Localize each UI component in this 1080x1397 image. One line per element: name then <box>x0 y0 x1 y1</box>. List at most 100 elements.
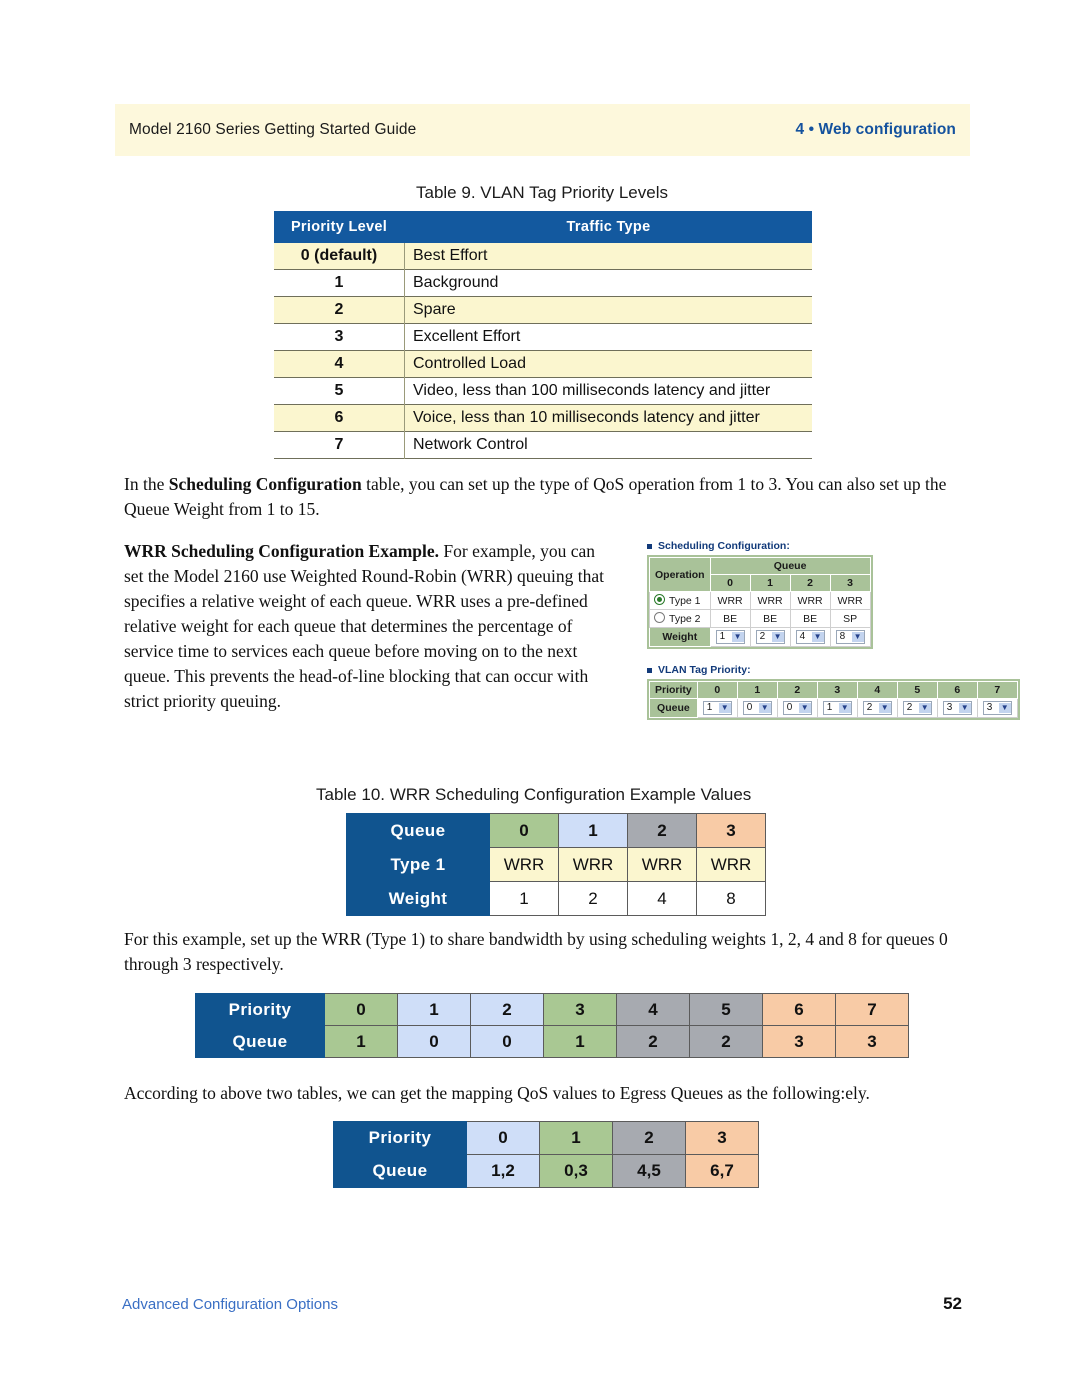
vlan-queue-select-cell[interactable]: 3 ▼ <box>936 698 978 718</box>
type1-value: WRR <box>709 591 751 610</box>
mapping-priority-cell: 2 <box>612 1121 686 1155</box>
page-footer: Advanced Configuration Options 52 <box>122 1294 962 1314</box>
priority-level-cell: 3 <box>274 323 405 351</box>
weight-select-cell[interactable]: 8 ▼ <box>829 627 871 647</box>
weight-select-cell[interactable]: 2 ▼ <box>749 627 791 647</box>
chevron-down-icon[interactable]: ▼ <box>918 703 931 713</box>
vlan-queue-select-value: 3 <box>986 702 993 713</box>
priority-cell: 6 <box>762 993 836 1026</box>
chevron-down-icon[interactable]: ▼ <box>838 703 851 713</box>
table-row: Weight 1 2 4 8 <box>346 881 766 916</box>
type1-radio-option[interactable]: Type 1 <box>649 591 711 610</box>
vlan-queue-select-value: 2 <box>866 702 873 713</box>
vlan-priority-label: Priority <box>649 681 698 699</box>
vlan-queue-select-cell[interactable]: 2 ▼ <box>896 698 938 718</box>
vlan-queue-select[interactable]: 1 ▼ <box>702 701 732 715</box>
p2-text-bold: WRR Scheduling Configuration Example. <box>124 541 440 561</box>
chevron-down-icon[interactable]: ▼ <box>998 703 1011 713</box>
sched-queue-header: Queue <box>709 557 871 575</box>
vlan-queue-select-value: 0 <box>786 702 793 713</box>
vlan-queue-select-value: 2 <box>906 702 913 713</box>
priority-cell: 5 <box>689 993 763 1026</box>
vlan-queue-select-cell[interactable]: 2 ▼ <box>856 698 898 718</box>
table9-caption: Table 9. VLAN Tag Priority Levels <box>416 183 668 202</box>
vlan-priority-row: Priority 0 1 2 3 4 5 6 7 <box>649 681 1018 699</box>
radio-selected-icon[interactable] <box>654 594 665 605</box>
weight-select-cell[interactable]: 1 ▼ <box>709 627 751 647</box>
chevron-down-icon[interactable]: ▼ <box>771 632 784 642</box>
type2-radio-option[interactable]: Type 2 <box>649 609 711 628</box>
paragraph-weights-explanation: For this example, set up the WRR (Type 1… <box>124 929 948 974</box>
weight-select[interactable]: 8 ▼ <box>835 630 865 644</box>
vlan-queue-select[interactable]: 0 ▼ <box>782 701 812 715</box>
table-row: Queue 0 1 2 3 <box>346 813 766 848</box>
chevron-down-icon[interactable]: ▼ <box>811 632 824 642</box>
priority-cell: 7 <box>835 993 909 1026</box>
vlan-queue-select-value: 1 <box>706 702 713 713</box>
vlan-queue-select[interactable]: 2 ▼ <box>902 701 932 715</box>
header-document-title: Model 2160 Series Getting Started Guide <box>129 121 417 138</box>
type2-value: BE <box>709 609 751 628</box>
chevron-down-icon[interactable]: ▼ <box>758 703 771 713</box>
p1-text-a: In the <box>124 474 169 494</box>
mapping-priority-row-header: Priority <box>333 1121 467 1155</box>
scheduling-configuration-label: Scheduling Configuration: <box>647 540 959 552</box>
page-header: Model 2160 Series Getting Started Guide … <box>115 104 970 156</box>
table-row: 5 Video, less than 100 milliseconds late… <box>274 377 812 405</box>
traffic-type-cell: Best Effort <box>404 243 812 270</box>
table10-type-cell: WRR <box>627 847 697 882</box>
priority-level-cell: 2 <box>274 296 405 324</box>
queue-row-header: Queue <box>195 1025 325 1058</box>
vlan-priority-value: 0 <box>696 681 738 699</box>
weight-select-cell[interactable]: 4 ▼ <box>789 627 831 647</box>
chevron-down-icon[interactable]: ▼ <box>878 703 891 713</box>
table10-queue-cell: 3 <box>696 813 766 848</box>
weight-select-value: 2 <box>759 631 766 642</box>
weight-select[interactable]: 4 ▼ <box>795 630 825 644</box>
vlan-queue-select[interactable]: 1 ▼ <box>822 701 852 715</box>
type1-value: WRR <box>749 591 791 610</box>
vlan-queue-select-cell[interactable]: 1 ▼ <box>816 698 858 718</box>
vlan-queue-select[interactable]: 3 ▼ <box>982 701 1012 715</box>
type2-value: SP <box>829 609 871 628</box>
priority-level-cell: 5 <box>274 377 405 405</box>
vlan-tag-priority-panel: Priority 0 1 2 3 4 5 6 7 Queue 1 ▼ 0 ▼ 0 ▼ … <box>647 679 1020 720</box>
vlan-queue-label: Queue <box>649 698 698 718</box>
queue-cell: 1 <box>543 1025 617 1058</box>
chevron-down-icon[interactable]: ▼ <box>731 632 744 642</box>
vlan-queue-select[interactable]: 3 ▼ <box>942 701 972 715</box>
chevron-down-icon[interactable]: ▼ <box>851 632 864 642</box>
weight-select[interactable]: 2 ▼ <box>755 630 785 644</box>
vlan-queue-select[interactable]: 2 ▼ <box>862 701 892 715</box>
radio-unselected-icon[interactable] <box>654 612 665 623</box>
table-row: 1 Background <box>274 269 812 297</box>
sched-queue-num: 1 <box>749 574 791 592</box>
table10-row-header-type1: Type 1 <box>346 847 490 882</box>
vlan-queue-select-cell[interactable]: 0 ▼ <box>776 698 818 718</box>
table10-type-cell: WRR <box>558 847 628 882</box>
vlan-queue-select-cell[interactable]: 0 ▼ <box>736 698 778 718</box>
sched-queue-num: 2 <box>789 574 831 592</box>
chevron-down-icon[interactable]: ▼ <box>958 703 971 713</box>
traffic-type-cell: Background <box>404 269 812 297</box>
chevron-down-icon[interactable]: ▼ <box>718 703 731 713</box>
vlan-priority-value: 1 <box>736 681 778 699</box>
type2-value: BE <box>789 609 831 628</box>
vlan-queue-select-cell[interactable]: 3 ▼ <box>976 698 1018 718</box>
table-row: 4 Controlled Load <box>274 350 812 378</box>
mapping-queue-cell: 0,3 <box>539 1154 613 1188</box>
p2-text-body: For example, you can set the Model 2160 … <box>124 541 604 711</box>
vlan-queue-select[interactable]: 0 ▼ <box>742 701 772 715</box>
chevron-down-icon[interactable]: ▼ <box>798 703 811 713</box>
type1-value: WRR <box>829 591 871 610</box>
mapping-queue-cell: 4,5 <box>612 1154 686 1188</box>
queue-cell: 2 <box>689 1025 763 1058</box>
vlan-priority-value: 6 <box>936 681 978 699</box>
scheduling-configuration-table: Operation Queue 0 1 2 3 Type 1 WRR WRR W… <box>649 557 871 647</box>
paragraph-mapping-conclusion: According to above two tables, we can ge… <box>124 1083 870 1103</box>
queue-cell: 2 <box>616 1025 690 1058</box>
priority-level-cell: 0 (default) <box>274 243 405 270</box>
vlan-queue-select-cell[interactable]: 1 ▼ <box>696 698 738 718</box>
weight-select[interactable]: 1 ▼ <box>715 630 745 644</box>
table9-col-priority-level: Priority Level <box>274 211 405 243</box>
